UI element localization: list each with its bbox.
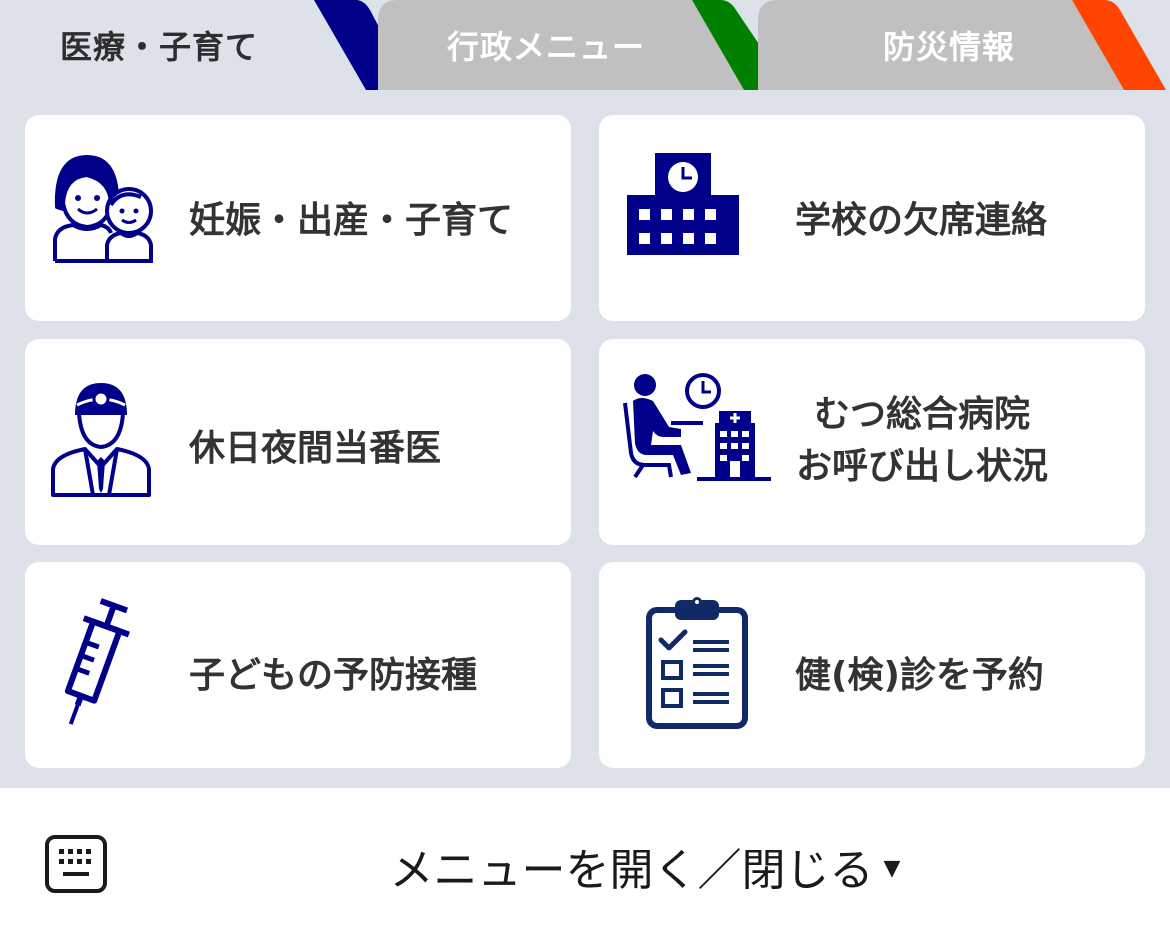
tab-disaster-info-label: 防災情報 [882, 28, 1015, 66]
card-health-checkup-reservation-label: 健(検)診を予約 [795, 655, 1044, 696]
caret-down-icon: ▼ [883, 855, 901, 881]
card-child-vaccination-label: 子どもの予防接種 [189, 655, 478, 696]
card-school-absence-contact[interactable]: 学校の欠席連絡 [599, 115, 1145, 321]
card-holiday-night-doctor[interactable]: 休日夜間当番医 [25, 339, 571, 545]
parent-child-icon [53, 155, 153, 263]
card-holiday-night-doctor-label: 休日夜間当番医 [189, 428, 442, 469]
school-building-icon [627, 153, 739, 255]
bottom-bar: メニューを開く／閉じる ▼ [0, 788, 1170, 944]
tab-administration-menu[interactable]: 行政メニュー [378, 0, 792, 90]
waiting-room-icon [623, 373, 771, 481]
card-mutsu-hospital-call-status-label: むつ総合病院 お呼び出し状況 [787, 389, 1057, 493]
clipboard-checklist-icon [646, 597, 748, 729]
tab-bar: 医療・子育て 行政メニュー 防災情報 [0, 0, 1170, 90]
rich-menu-panel: 医療・子育て 行政メニュー 防災情報 妊娠・出産・子育て 学校の欠席連絡 休日夜… [0, 0, 1170, 788]
tab-medical-childcare[interactable]: 医療・子育て [0, 0, 412, 90]
card-pregnancy-childbirth-childcare[interactable]: 妊娠・出産・子育て [25, 115, 571, 321]
menu-open-close-label: メニューを開く／閉じる [389, 845, 874, 896]
card-mutsu-hospital-line1: むつ総合病院 [813, 394, 1030, 435]
doctor-icon [51, 383, 151, 497]
card-mutsu-hospital-call-status[interactable]: むつ総合病院 お呼び出し状況 [599, 339, 1145, 545]
card-pregnancy-childbirth-childcare-label: 妊娠・出産・子育て [189, 200, 514, 241]
tab-medical-childcare-label: 医療・子育て [59, 28, 258, 66]
tab-disaster-info[interactable]: 防災情報 [758, 0, 1170, 90]
tab-administration-menu-label: 行政メニュー [446, 28, 645, 66]
menu-open-close-toggle[interactable]: メニューを開く／閉じる ▼ [0, 788, 1170, 944]
card-health-checkup-reservation[interactable]: 健(検)診を予約 [599, 562, 1145, 768]
card-mutsu-hospital-line2: お呼び出し状況 [795, 446, 1048, 487]
card-school-absence-contact-label: 学校の欠席連絡 [795, 200, 1048, 241]
syringe-icon [64, 598, 130, 725]
card-child-vaccination[interactable]: 子どもの予防接種 [25, 562, 571, 768]
